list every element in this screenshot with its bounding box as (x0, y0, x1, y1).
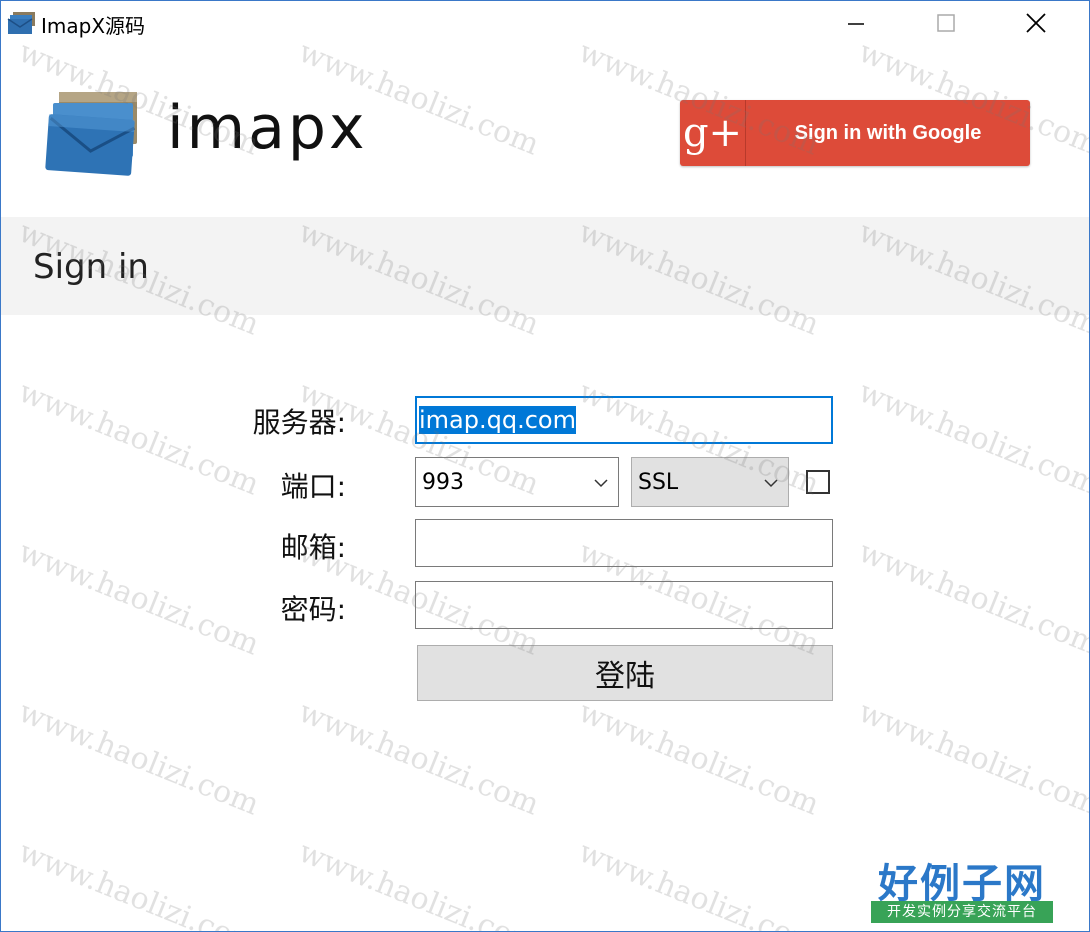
watermark-text: www.haolizi.com (13, 694, 264, 823)
window-title: ImapX源码 (41, 14, 146, 38)
email-label: 邮箱: (280, 531, 346, 564)
maximize-button[interactable] (901, 1, 991, 45)
site-badge: 好例子网 开发实例分享交流平台 (871, 851, 1053, 925)
title-bar[interactable]: ImapX源码 (1, 1, 1089, 45)
close-icon (1026, 13, 1046, 33)
watermark-text: www.haolizi.com (293, 694, 544, 823)
envelope-stack-icon (7, 12, 35, 34)
password-input[interactable] (415, 581, 833, 629)
password-label: 密码: (280, 593, 346, 626)
watermark-text: www.haolizi.com (573, 694, 824, 823)
port-dropdown[interactable]: 993 (415, 457, 619, 507)
google-plus-icon: g+ (680, 100, 746, 166)
sign-in-header-band: Sign in (1, 217, 1089, 315)
port-label: 端口: (280, 470, 346, 503)
minimize-icon (848, 23, 864, 25)
ssl-checkbox[interactable] (806, 470, 830, 494)
server-input[interactable] (415, 396, 833, 444)
watermark-text: www.haolizi.com (853, 534, 1089, 663)
imapx-window: ImapX源码 imapx g+ Sign in with Google Sig… (0, 0, 1090, 932)
close-button[interactable] (991, 1, 1081, 45)
server-label: 服务器: (252, 406, 346, 439)
sign-in-with-google-button[interactable]: g+ Sign in with Google (680, 100, 1030, 166)
sign-in-title: Sign in (33, 247, 149, 287)
minimize-button[interactable] (811, 1, 901, 45)
google-button-label: Sign in with Google (794, 121, 982, 144)
watermark-text: www.haolizi.com (853, 374, 1089, 503)
watermark-text: www.haolizi.com (13, 834, 264, 931)
imapx-logo-text: imapx (167, 93, 368, 163)
watermark-text: www.haolizi.com (573, 834, 824, 931)
watermark-text: www.haolizi.com (853, 694, 1089, 823)
email-input[interactable] (415, 519, 833, 567)
security-dropdown[interactable]: SSL (631, 457, 789, 507)
chevron-down-icon (764, 479, 778, 488)
login-button[interactable]: 登陆 (417, 645, 833, 701)
maximize-icon (937, 14, 955, 32)
chevron-down-icon (594, 479, 608, 488)
watermark-text: www.haolizi.com (293, 834, 544, 931)
badge-subtitle: 开发实例分享交流平台 (871, 901, 1053, 923)
imapx-logo-icon (45, 92, 137, 176)
port-value: 993 (422, 469, 464, 495)
security-value: SSL (638, 469, 679, 495)
